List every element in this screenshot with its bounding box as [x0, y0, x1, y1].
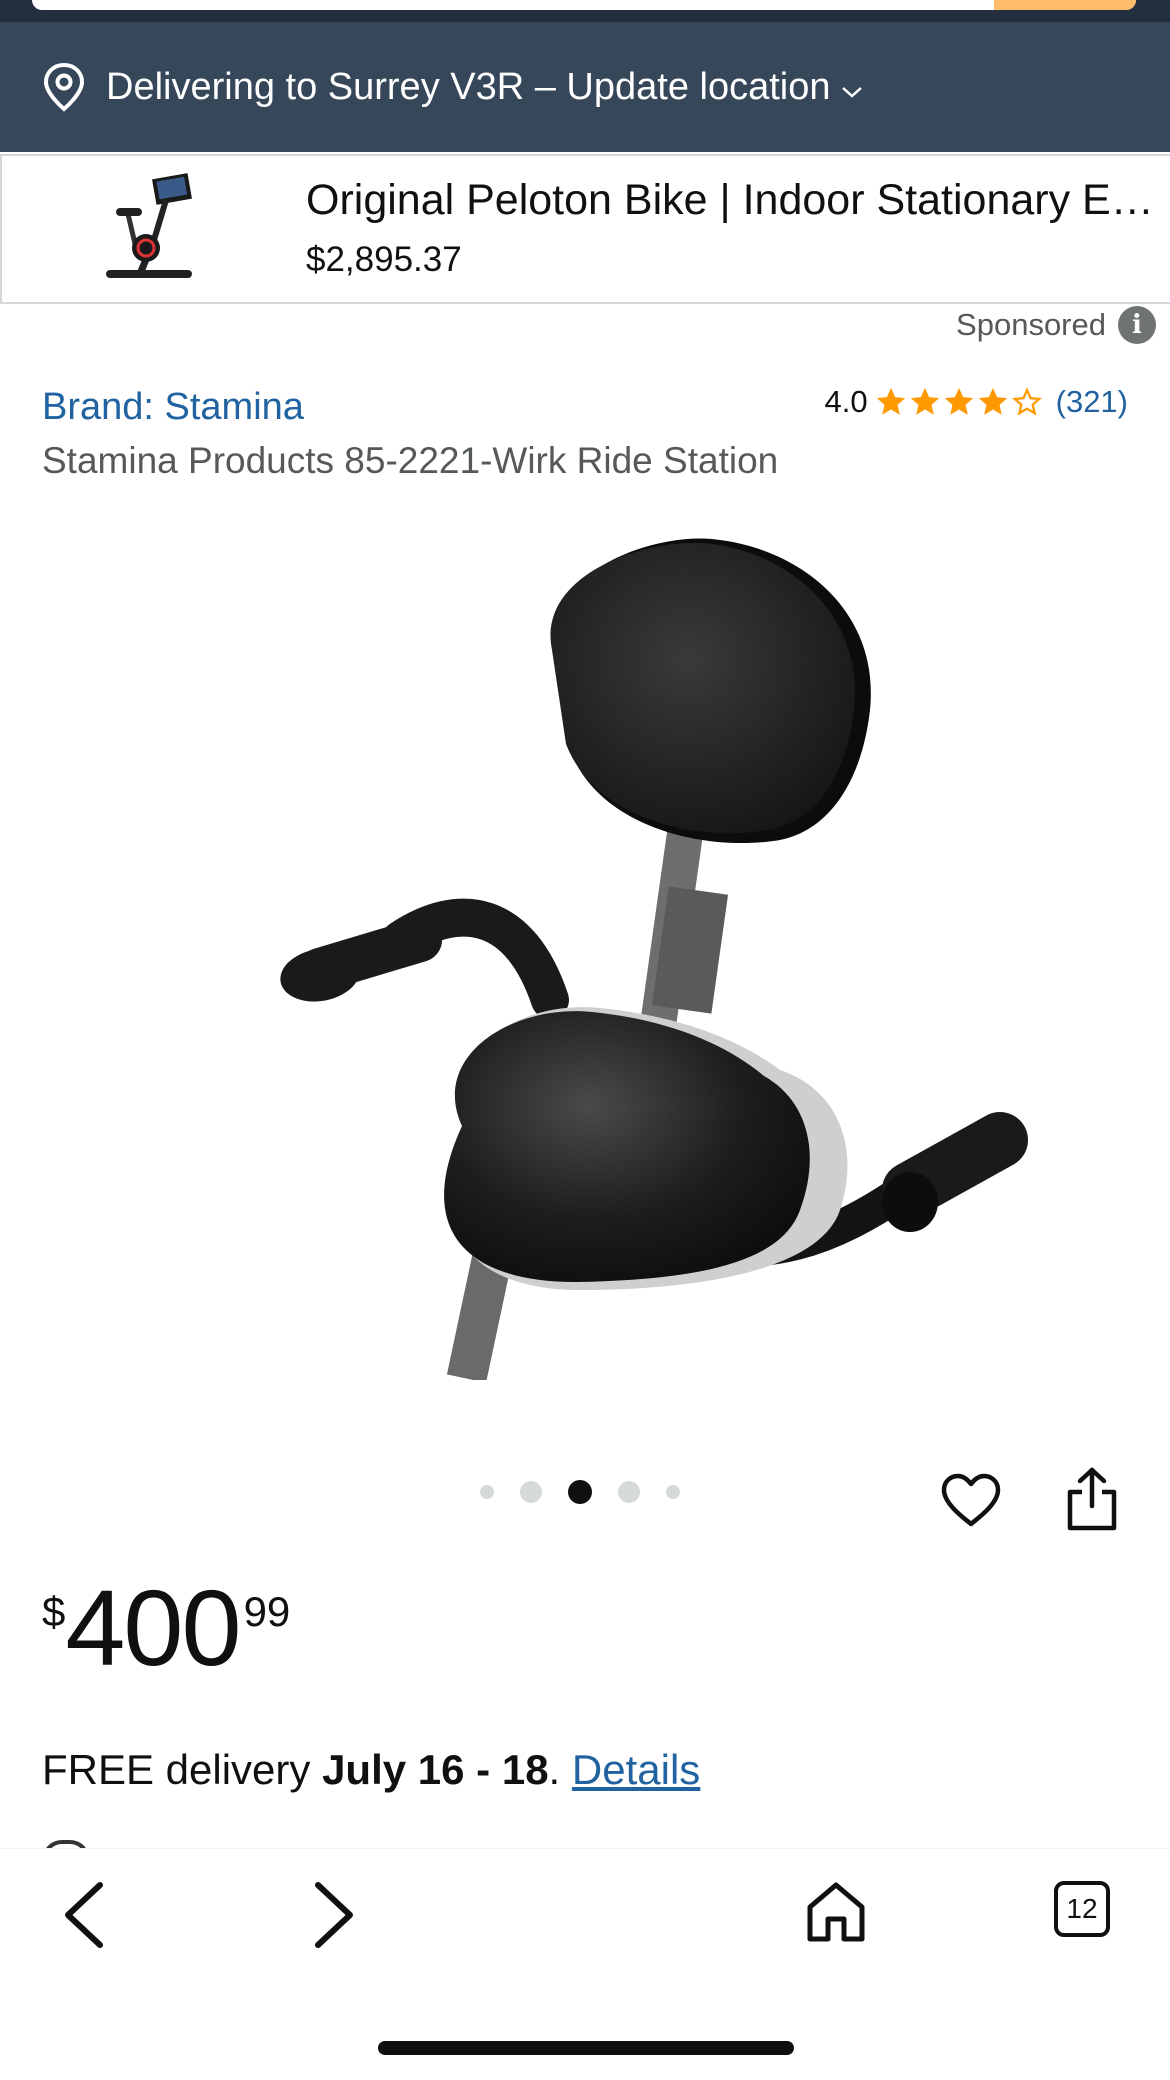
search-input[interactable] [32, 0, 1136, 10]
price-fraction: 99 [243, 1588, 291, 1635]
star-full-icon [910, 387, 939, 415]
sponsored-product-title[interactable]: Original Peloton Bike | Indoor Stationar… [306, 176, 1166, 225]
sponsored-product-card[interactable]: Original Peloton Bike | Indoor Stationar… [0, 154, 1170, 304]
product-image[interactable] [140, 530, 1040, 1380]
delivery-info: FREE delivery July 16 - 18. Details [42, 1746, 700, 1794]
tab-count: 12 [1054, 1881, 1110, 1937]
info-icon[interactable]: i [1118, 306, 1156, 344]
share-icon[interactable] [1064, 1466, 1120, 1532]
sponsored-label: Sponsored [956, 307, 1106, 342]
delivery-separator: . [548, 1746, 572, 1793]
delivery-prefix: FREE delivery [42, 1746, 323, 1793]
back-icon[interactable] [62, 1881, 106, 1949]
star-full-icon [978, 387, 1007, 415]
delivery-location-text: Delivering to Surrey V3R – Update locati… [106, 65, 831, 108]
browser-toolbar: 12 [0, 1848, 1170, 2080]
product-rating[interactable]: 4.0 (321) [825, 384, 1128, 420]
carousel-dot[interactable] [618, 1481, 640, 1503]
delivery-location-bar[interactable]: Delivering to Surrey V3R – Update locati… [0, 22, 1170, 152]
rating-stars [874, 385, 1044, 419]
home-icon[interactable] [806, 1881, 866, 1943]
image-carousel-dots[interactable] [480, 1480, 706, 1504]
carousel-dot[interactable] [666, 1485, 680, 1499]
sponsored-product-price: $2,895.37 [306, 240, 462, 279]
brand-link[interactable]: Brand: Stamina [42, 386, 304, 429]
delivery-dates: July 16 - 18 [322, 1746, 549, 1793]
heart-icon[interactable] [940, 1472, 1002, 1530]
forward-icon[interactable] [312, 1881, 356, 1949]
carousel-dot[interactable] [480, 1485, 494, 1499]
home-indicator [378, 2041, 794, 2055]
rating-value: 4.0 [824, 384, 868, 419]
star-empty-icon [1011, 387, 1042, 416]
price-whole: 400 [65, 1567, 241, 1688]
sponsored-product-thumbnail [106, 173, 192, 278]
chevron-down-icon [841, 87, 862, 98]
carousel-dot[interactable] [520, 1481, 542, 1503]
product-price: $ 400 99 [42, 1574, 290, 1682]
rating-count[interactable]: (321) [1056, 384, 1128, 420]
star-full-icon [944, 387, 973, 415]
carousel-dot-active[interactable] [568, 1480, 592, 1504]
search-button[interactable] [994, 0, 1136, 10]
price-currency: $ [42, 1588, 66, 1635]
location-pin-icon [43, 62, 85, 112]
search-bar-strip [0, 0, 1170, 22]
product-title: Stamina Products 85-2221-Wirk Ride Stati… [42, 440, 779, 481]
tabs-button[interactable]: 12 [1054, 1881, 1116, 1943]
sponsored-indicator[interactable]: Sponsored i [956, 306, 1156, 344]
star-full-icon [876, 387, 905, 415]
delivery-details-link[interactable]: Details [572, 1746, 700, 1793]
